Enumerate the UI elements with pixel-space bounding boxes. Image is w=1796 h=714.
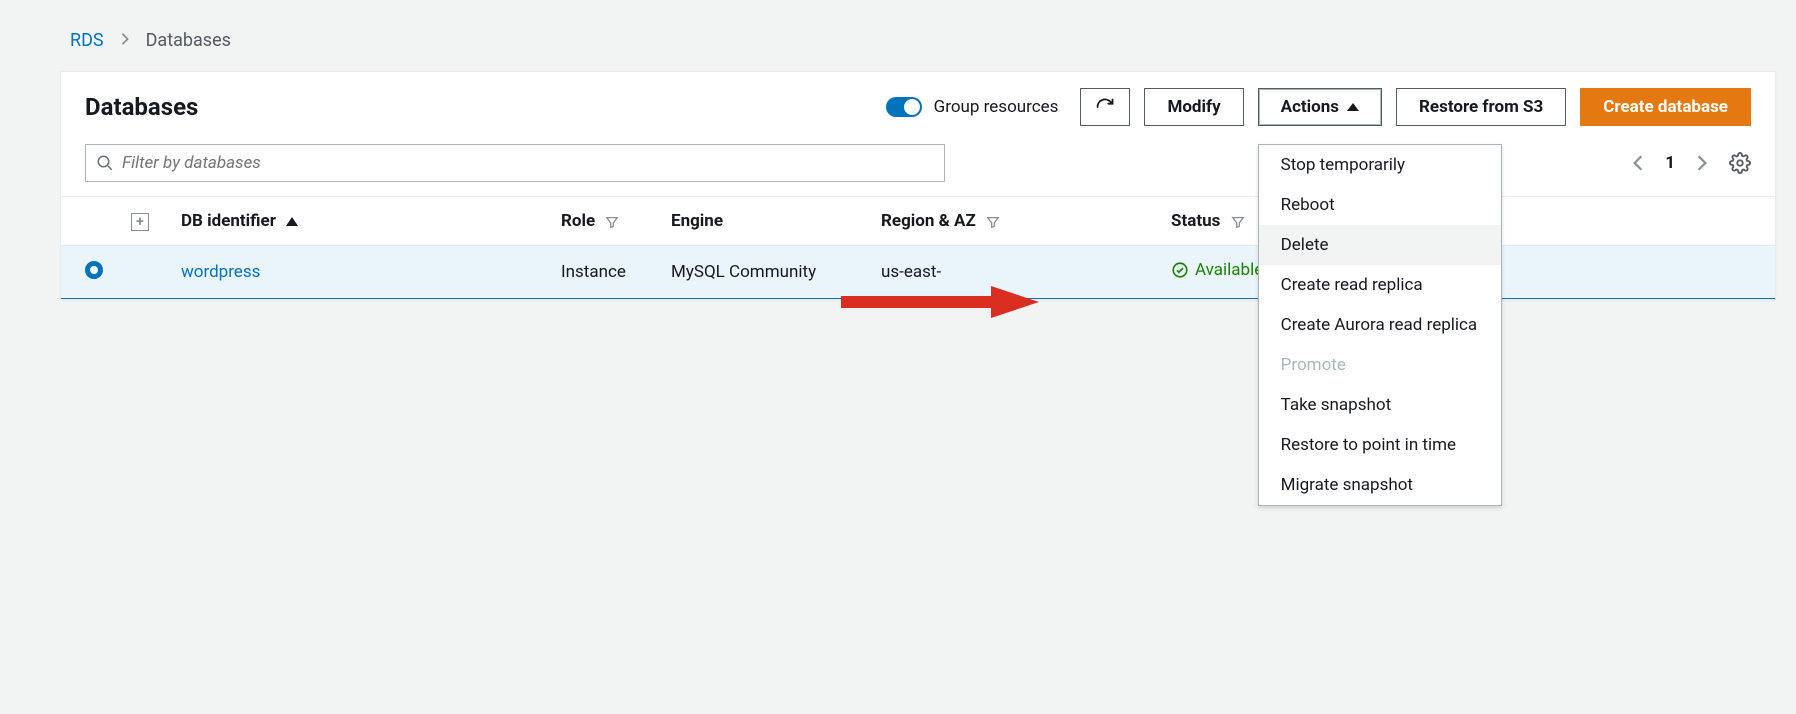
actions-dropdown: Stop temporarily Reboot Delete Create re… [1258, 144, 1502, 506]
group-resources-label: Group resources [934, 97, 1059, 117]
status-badge: Available [1171, 260, 1263, 280]
col-engine[interactable]: Engine [661, 197, 871, 246]
filter-box[interactable] [85, 144, 945, 182]
restore-from-s3-button[interactable]: Restore from S3 [1396, 88, 1566, 126]
page-title: Databases [85, 93, 198, 121]
table-header-row: + DB identifier Role Engine [61, 197, 1775, 246]
action-promote: Promote [1259, 345, 1501, 385]
status-text: Available [1195, 260, 1263, 280]
row-radio[interactable] [85, 261, 103, 279]
col-region-label: Region & AZ [881, 211, 976, 231]
cell-engine: MySQL Community [661, 246, 871, 299]
col-identifier-label: DB identifier [181, 211, 276, 231]
panel-toolbar: 1 [61, 136, 1775, 196]
col-region[interactable]: Region & AZ [871, 197, 1161, 246]
create-database-button[interactable]: Create database [1580, 88, 1751, 126]
filter-icon [605, 215, 619, 229]
col-select [61, 197, 121, 246]
col-identifier[interactable]: DB identifier [171, 197, 551, 246]
db-identifier-link[interactable]: wordpress [181, 262, 260, 282]
actions-button[interactable]: Actions [1258, 88, 1382, 126]
pager-page-number: 1 [1665, 153, 1675, 173]
action-delete[interactable]: Delete [1259, 225, 1501, 265]
group-resources-toggle[interactable] [886, 97, 922, 117]
pager: 1 [1629, 152, 1751, 174]
col-overflow [1461, 197, 1775, 246]
col-engine-label: Engine [671, 211, 723, 231]
expand-all-icon: + [131, 213, 149, 231]
breadcrumb: RDS Databases [20, 20, 1776, 71]
databases-table: + DB identifier Role Engine [61, 196, 1775, 299]
action-restore-pit[interactable]: Restore to point in time [1259, 425, 1501, 465]
caret-up-icon [1347, 103, 1359, 111]
col-role[interactable]: Role [551, 197, 661, 246]
action-take-snapshot[interactable]: Take snapshot [1259, 385, 1501, 425]
databases-panel: Databases Group resources Modify Actions [60, 71, 1776, 300]
action-reboot[interactable]: Reboot [1259, 185, 1501, 225]
actions-button-label: Actions [1281, 97, 1339, 117]
settings-button[interactable] [1729, 152, 1751, 174]
filter-input[interactable] [122, 153, 934, 173]
action-stop[interactable]: Stop temporarily [1259, 145, 1501, 185]
col-role-label: Role [561, 211, 595, 231]
panel-header: Databases Group resources Modify Actions [61, 72, 1775, 136]
check-circle-icon [1171, 261, 1189, 279]
action-migrate-snapshot[interactable]: Migrate snapshot [1259, 465, 1501, 505]
gear-icon [1729, 152, 1751, 174]
action-create-read-replica[interactable]: Create read replica [1259, 265, 1501, 305]
sort-asc-icon [286, 217, 298, 226]
col-status-label: Status [1171, 211, 1220, 231]
action-create-aurora-replica[interactable]: Create Aurora read replica [1259, 305, 1501, 345]
table-row[interactable]: wordpress Instance MySQL Community us-ea… [61, 246, 1775, 299]
cell-region: us-east- [871, 246, 1161, 299]
filter-icon [986, 215, 1000, 229]
refresh-button[interactable] [1080, 88, 1130, 126]
modify-button[interactable]: Modify [1144, 88, 1243, 126]
breadcrumb-current: Databases [146, 30, 231, 51]
chevron-right-icon [118, 30, 132, 51]
refresh-icon [1095, 97, 1115, 117]
breadcrumb-root-link[interactable]: RDS [70, 30, 104, 51]
cell-role: Instance [551, 246, 661, 299]
pager-next[interactable] [1693, 154, 1711, 172]
group-resources-toggle-wrap: Group resources [886, 97, 1059, 117]
pager-prev[interactable] [1629, 154, 1647, 172]
search-icon [96, 154, 114, 172]
col-expand[interactable]: + [121, 197, 171, 246]
filter-icon [1231, 215, 1245, 229]
